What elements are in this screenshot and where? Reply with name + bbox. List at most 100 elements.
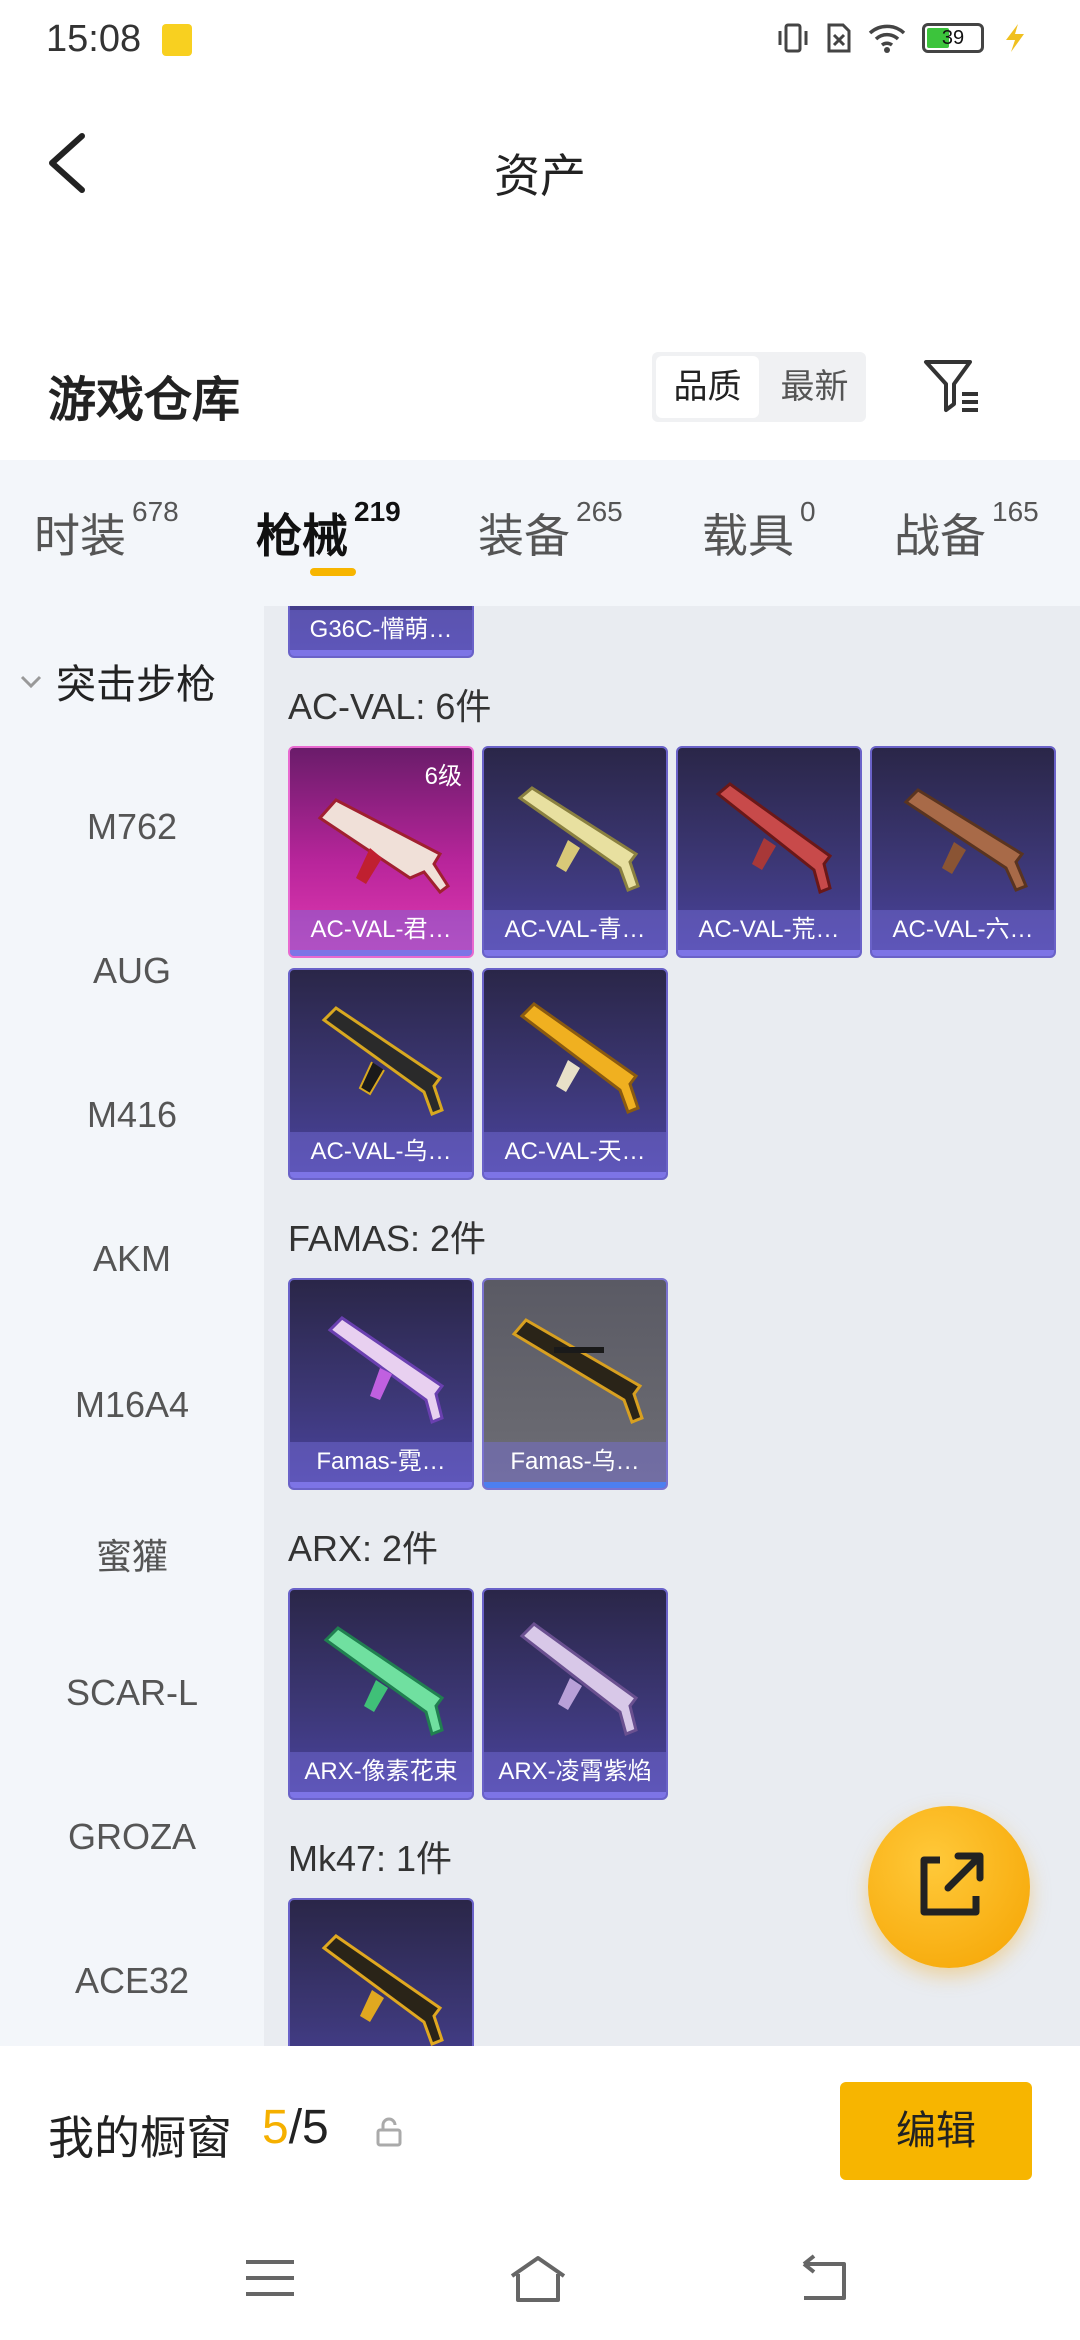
system-nav-bar: [0, 2214, 1080, 2340]
category-tabs: 时装 678 枪械 219 装备 265 载具 0 战备 165: [0, 460, 1080, 606]
menu-icon[interactable]: [240, 2250, 300, 2306]
tab-fashion[interactable]: 时装 678: [34, 496, 179, 566]
rarity-bar: [678, 950, 860, 956]
sidebar-item-honey-badger[interactable]: 蜜獾: [0, 1528, 264, 1580]
tab-label: 时装: [34, 510, 126, 562]
tab-label: 战备: [894, 510, 986, 562]
tab-vehicles[interactable]: 载具 0: [702, 496, 816, 566]
status-icons: 39: [776, 22, 1030, 54]
skin-name: AC-VAL-君…: [290, 910, 472, 950]
sidebar-item-scar-l[interactable]: SCAR-L: [0, 1672, 264, 1714]
sidebar-item-m762[interactable]: M762: [0, 806, 264, 848]
skin-card[interactable]: AC-VAL-荒…: [676, 746, 862, 958]
tab-count: 165: [992, 496, 1039, 527]
skin-card[interactable]: AC-VAL-青…: [482, 746, 668, 958]
skin-name: AC-VAL-六…: [872, 910, 1054, 950]
rarity-bar: [290, 950, 472, 956]
rifle-skin-icon: [321, 1006, 444, 1116]
tab-count: 678: [132, 496, 179, 527]
rarity-bar: [290, 1482, 472, 1488]
sort-toggle: 品质 最新: [652, 352, 866, 422]
active-tab-indicator: [310, 568, 356, 576]
status-time: 15:08: [46, 18, 142, 60]
rarity-bar: [290, 650, 472, 656]
skin-card[interactable]: AC-VAL-六…: [870, 746, 1056, 958]
skin-card[interactable]: ARX-像素花束: [288, 1588, 474, 1800]
tab-count: 219: [354, 496, 401, 527]
rifle-skin-icon: [519, 1002, 640, 1114]
share-icon: [920, 1852, 984, 1916]
rifle-skin-icon: [715, 782, 833, 895]
skin-card[interactable]: 6级 AC-VAL-君…: [288, 746, 474, 958]
tab-firearms[interactable]: 枪械 219: [256, 496, 401, 566]
showcase-current: 5: [262, 2101, 289, 2154]
battery-icon: 39: [922, 23, 984, 53]
skin-name: ARX-像素花束: [290, 1752, 472, 1792]
rarity-bar: [484, 950, 666, 956]
showcase-total: /5: [288, 2101, 329, 2154]
notification-app-icon: [162, 24, 192, 56]
skin-name: G36C-懵萌…: [290, 610, 472, 650]
rifle-skin-icon: [321, 1934, 444, 2046]
page-title: 资产: [494, 150, 586, 202]
tab-count: 265: [576, 496, 623, 527]
showcase-count: 5/5: [262, 2100, 329, 2155]
skin-card[interactable]: [288, 1898, 474, 2046]
rarity-bar: [484, 1172, 666, 1178]
status-bar: 15:08 39: [0, 0, 1080, 80]
tab-label: 枪械: [256, 510, 348, 562]
warehouse-title: 游戏仓库: [48, 374, 241, 427]
skin-name: ARX-凌霄紫焰: [484, 1752, 666, 1792]
sort-quality-button[interactable]: 品质: [656, 356, 759, 418]
skin-card[interactable]: Famas-乌…: [482, 1278, 668, 1490]
rarity-bar: [484, 1792, 666, 1798]
tab-count: 0: [800, 496, 816, 527]
return-icon[interactable]: [792, 2250, 852, 2306]
skin-card[interactable]: ARX-凌霄紫焰: [482, 1588, 668, 1800]
lock-icon: [376, 2117, 402, 2147]
showcase-label: 我的橱窗: [48, 2112, 232, 2164]
sim-off-icon: [827, 23, 851, 53]
sidebar-section-assault-rifles[interactable]: 突击步枪: [18, 652, 216, 710]
group-title: Mk47: 1件: [288, 1838, 453, 1879]
tab-supplies[interactable]: 战备 165: [894, 496, 1039, 566]
battery-level: 39: [941, 27, 965, 49]
weapon-type-sidebar: 突击步枪 M762 AUG M416 AKM M16A4 蜜獾 SCAR-L G…: [0, 606, 264, 2046]
skin-name: Famas-霓…: [290, 1442, 472, 1482]
wifi-icon: [868, 24, 906, 53]
rifle-skin-icon: [903, 788, 1028, 892]
tab-equipment[interactable]: 装备 265: [478, 496, 623, 566]
skin-name: AC-VAL-天…: [484, 1132, 666, 1172]
showcase-bar: 我的橱窗 5/5 编辑: [0, 2046, 1080, 2214]
group-title: AC-VAL: 6件: [288, 686, 492, 727]
rarity-bar: [872, 950, 1054, 956]
chevron-down-icon: [20, 675, 42, 689]
skin-name: Famas-乌…: [484, 1442, 666, 1482]
rifle-skin-icon: [511, 1318, 644, 1424]
sort-newest-button[interactable]: 最新: [763, 352, 866, 422]
skin-card[interactable]: AC-VAL-天…: [482, 968, 668, 1180]
tab-label: 载具: [702, 510, 794, 562]
sidebar-item-aug[interactable]: AUG: [0, 950, 264, 992]
skin-name: AC-VAL-荒…: [678, 910, 860, 950]
vibrate-icon: [778, 23, 808, 53]
sidebar-item-akm[interactable]: AKM: [0, 1238, 264, 1280]
sidebar-item-groza[interactable]: GROZA: [0, 1816, 264, 1858]
skin-card[interactable]: Famas-霓…: [288, 1278, 474, 1490]
rifle-skin-icon: [327, 1316, 445, 1425]
skin-card[interactable]: G36C-懵萌…: [288, 606, 474, 658]
group-title: ARX: 2件: [288, 1528, 439, 1569]
header: 资产: [0, 80, 1080, 260]
rifle-skin-icon: [323, 1626, 445, 1737]
home-icon[interactable]: [508, 2250, 568, 2306]
share-button[interactable]: [868, 1806, 1030, 1968]
sidebar-item-ace32[interactable]: ACE32: [0, 1960, 264, 2002]
warehouse-row: 游戏仓库 品质 最新: [0, 330, 1080, 460]
filter-icon[interactable]: [920, 354, 984, 418]
sidebar-item-m416[interactable]: M416: [0, 1094, 264, 1136]
skin-card[interactable]: AC-VAL-乌…: [288, 968, 474, 1180]
rifle-skin-icon: [517, 786, 640, 892]
tab-label: 装备: [478, 510, 570, 562]
edit-button[interactable]: 编辑: [840, 2082, 1032, 2180]
sidebar-item-m16a4[interactable]: M16A4: [0, 1384, 264, 1426]
